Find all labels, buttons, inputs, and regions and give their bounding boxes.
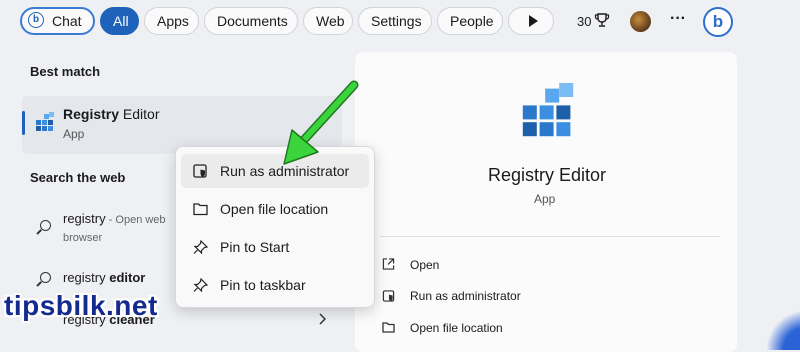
- web-result-main: registry: [63, 211, 106, 226]
- trophy-icon[interactable]: [594, 12, 610, 28]
- shield-icon: [193, 164, 207, 178]
- web-result-sub2: browser: [63, 232, 103, 244]
- best-match-type: App: [63, 127, 85, 141]
- selection-indicator: [22, 111, 25, 135]
- web-result-bold: editor: [109, 270, 146, 285]
- tab-apps[interactable]: Apps: [144, 7, 199, 35]
- action-run-as-administrator-label: Run as administrator: [410, 289, 521, 303]
- more-filters-button[interactable]: [508, 7, 554, 35]
- context-menu-open-file-location[interactable]: Open file location: [181, 192, 369, 226]
- open-icon: [382, 258, 395, 270]
- context-menu-label: Pin to taskbar: [220, 277, 306, 293]
- desktop-wallpaper-edge: [766, 310, 800, 350]
- search-icon: [40, 272, 51, 283]
- chevron-right-icon[interactable]: [318, 313, 326, 325]
- context-menu-pin-to-taskbar[interactable]: Pin to taskbar: [181, 268, 369, 302]
- tab-apps-label: Apps: [157, 13, 189, 29]
- play-icon: [529, 15, 538, 27]
- watermark: tipsbilk.net: [4, 290, 158, 321]
- tab-settings-label: Settings: [371, 13, 422, 29]
- web-result-registry-text: registry - Open web: [63, 211, 166, 226]
- best-match-name-bold: Registry: [63, 106, 120, 122]
- more-options-button[interactable]: ···: [670, 10, 686, 28]
- web-result-sub: - Open web: [105, 214, 166, 226]
- pin-icon: [193, 240, 208, 254]
- bing-logo-icon[interactable]: b: [703, 7, 733, 37]
- context-menu-pin-to-start[interactable]: Pin to Start: [181, 230, 369, 264]
- web-result-main: registry: [63, 270, 110, 285]
- chat-tab-label: Chat: [52, 13, 82, 29]
- folder-icon: [193, 203, 208, 216]
- tab-all-label: All: [113, 13, 129, 29]
- detail-subtitle: App: [534, 192, 556, 206]
- action-open-label: Open: [410, 258, 440, 272]
- web-result-registry-editor-text: registry editor: [63, 270, 145, 285]
- tab-documents[interactable]: Documents: [204, 7, 298, 35]
- tab-web-label: Web: [316, 13, 345, 29]
- pin-icon: [193, 278, 208, 292]
- folder-icon: [382, 322, 395, 333]
- bing-chat-icon: b: [28, 12, 44, 28]
- action-open-file-location-label: Open file location: [410, 321, 503, 335]
- tab-web[interactable]: Web: [303, 7, 353, 35]
- search-icon: [40, 220, 51, 231]
- tab-all[interactable]: All: [100, 7, 139, 35]
- search-the-web-heading: Search the web: [30, 170, 126, 185]
- tab-documents-label: Documents: [217, 13, 288, 29]
- rewards-points: 30: [577, 14, 592, 29]
- tab-people-label: People: [450, 13, 494, 29]
- shield-icon: [382, 290, 395, 302]
- registry-editor-icon: [36, 112, 54, 131]
- detail-title: Registry Editor: [488, 165, 607, 185]
- context-menu-label: Open file location: [220, 201, 329, 217]
- detail-divider: [380, 236, 720, 237]
- registry-editor-large-icon: [522, 83, 574, 137]
- chat-tab[interactable]: b Chat: [20, 7, 95, 35]
- annotation-arrow: [283, 80, 359, 165]
- tab-settings[interactable]: Settings: [358, 7, 432, 35]
- best-match-name: Registry Editor: [63, 106, 160, 122]
- avatar[interactable]: [630, 11, 651, 32]
- best-match-name-rest: Editor: [119, 106, 160, 122]
- context-menu-label: Pin to Start: [220, 239, 290, 255]
- best-match-heading: Best match: [30, 64, 101, 79]
- tab-people[interactable]: People: [437, 7, 503, 35]
